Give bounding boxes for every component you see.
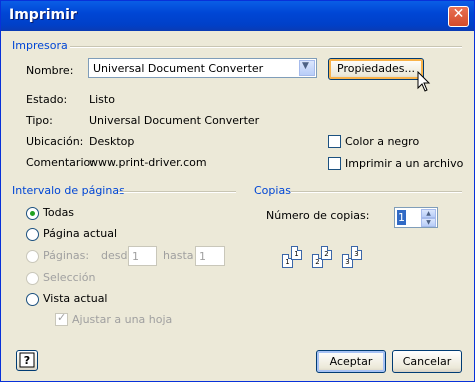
radio-current-page-label[interactable]: Página actual: [43, 227, 117, 240]
fit-to-page-checkbox[interactable]: ✓: [55, 311, 68, 326]
printer-name-label: Nombre:: [26, 64, 74, 77]
collate-page: 2: [321, 246, 332, 260]
to-page-value: 1: [199, 250, 206, 263]
copies-count-value[interactable]: 1: [397, 210, 406, 225]
color-to-black-checkbox[interactable]: [328, 135, 341, 148]
radio-selection[interactable]: [26, 272, 39, 285]
comment-value: www.print-driver.com: [89, 156, 207, 169]
properties-button[interactable]: Propiedades...: [328, 58, 424, 80]
dropdown-button[interactable]: ▼: [299, 60, 315, 76]
spin-up-button[interactable]: ▲: [421, 209, 436, 218]
chevron-down-icon: ▼: [302, 61, 309, 71]
chevron-down-icon: ▼: [426, 219, 431, 226]
checkmark-icon: ✓: [57, 311, 67, 324]
fit-to-page-label[interactable]: Ajustar a una hoja: [72, 313, 172, 326]
copies-spinner[interactable]: 1 ▲ ▼: [394, 207, 438, 228]
page-range-divider: [118, 191, 236, 193]
from-page-input[interactable]: 1: [128, 246, 157, 266]
location-label: Ubicación:: [26, 135, 84, 148]
help-button[interactable]: ?: [16, 350, 38, 371]
color-to-black-label[interactable]: Color a negro: [345, 135, 419, 148]
location-value: Desktop: [89, 135, 135, 148]
mouse-cursor-icon: [417, 71, 431, 92]
title-bar[interactable]: Imprimir ✕: [1, 1, 474, 31]
copies-divider: [291, 191, 462, 193]
type-label: Tipo:: [26, 114, 53, 127]
comment-label: Comentario:: [26, 156, 94, 169]
accept-button[interactable]: Aceptar: [316, 350, 386, 373]
cancel-button[interactable]: Cancelar: [392, 350, 462, 373]
print-to-file-checkbox[interactable]: [328, 157, 341, 170]
to-label: hasta: [163, 249, 194, 262]
copies-count-label: Número de copias:: [266, 209, 370, 222]
svg-text:?: ?: [24, 354, 30, 367]
printer-name-select[interactable]: Universal Document Converter ▼: [88, 58, 317, 78]
printer-name-value: Universal Document Converter: [93, 62, 264, 75]
radio-pages-label[interactable]: Páginas:: [43, 249, 89, 262]
close-icon: ✕: [452, 6, 465, 22]
help-icon: ?: [19, 352, 35, 368]
printer-section-divider: [70, 46, 462, 48]
close-button[interactable]: ✕: [448, 6, 469, 27]
collate-page: 3: [351, 246, 362, 260]
radio-selection-label[interactable]: Selección: [43, 271, 95, 284]
print-to-file-label[interactable]: Imprimir a un archivo: [345, 157, 463, 170]
from-page-value: 1: [132, 250, 139, 263]
type-value: Universal Document Converter: [89, 114, 260, 127]
copies-section-title: Copias: [254, 184, 291, 197]
radio-current-page[interactable]: [26, 228, 39, 241]
radio-all[interactable]: [26, 207, 39, 220]
chevron-up-icon: ▲: [426, 210, 431, 217]
to-page-input[interactable]: 1: [195, 246, 225, 266]
print-dialog: Imprimir ✕ Impresora Nombre: Universal D…: [0, 0, 475, 382]
radio-all-label[interactable]: Todas: [43, 206, 74, 219]
status-label: Estado:: [26, 93, 68, 106]
radio-current-view[interactable]: [26, 293, 39, 306]
window-title: Imprimir: [9, 7, 77, 23]
printer-section-title: Impresora: [12, 39, 68, 52]
collate-page: 1: [291, 246, 302, 260]
radio-current-view-label[interactable]: Vista actual: [43, 292, 108, 305]
radio-selected-dot: [30, 211, 35, 216]
spin-down-button[interactable]: ▼: [421, 218, 436, 227]
page-range-section-title: Intervalo de páginas: [12, 184, 125, 197]
radio-pages[interactable]: [26, 250, 39, 263]
status-value: Listo: [89, 93, 115, 106]
